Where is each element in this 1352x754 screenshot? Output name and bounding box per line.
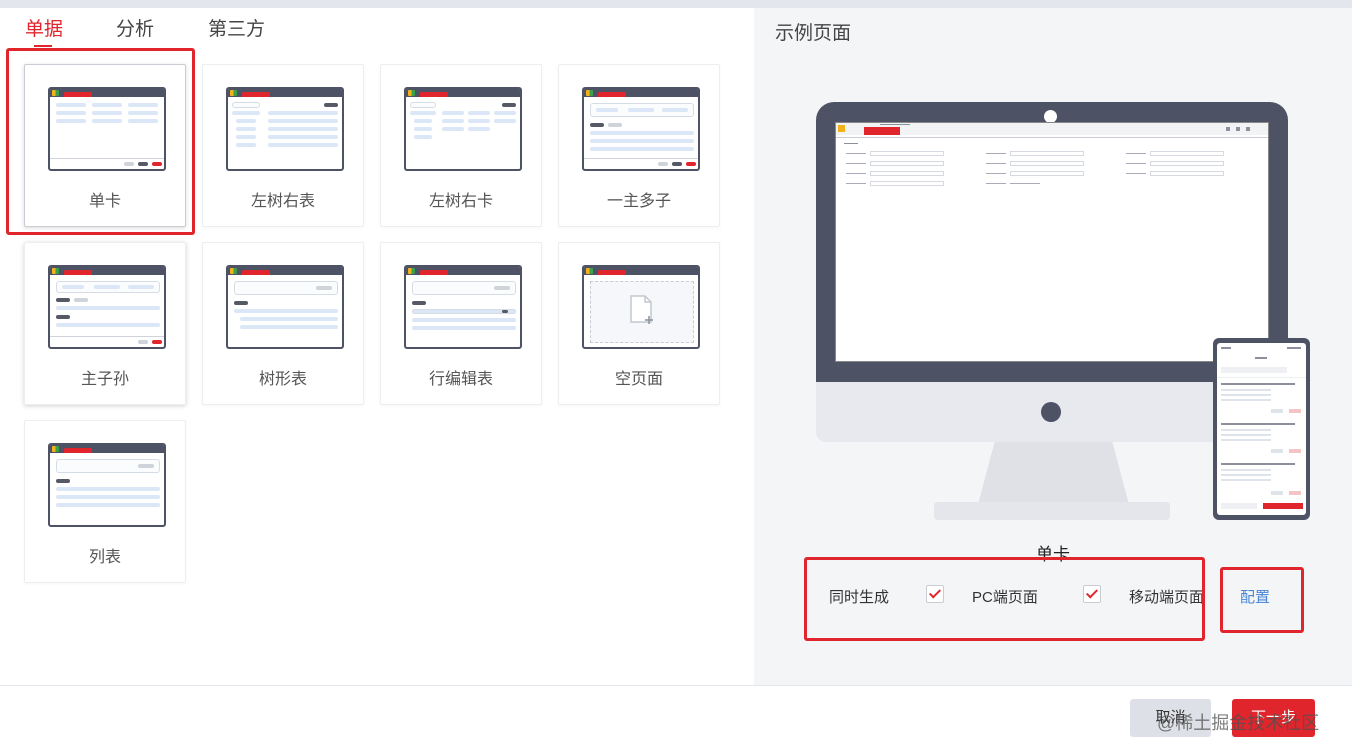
- template-card-list[interactable]: 列表: [24, 420, 186, 583]
- template-thumbnail: [48, 87, 166, 171]
- tab-third-party[interactable]: 第三方: [208, 14, 265, 41]
- template-label: 树形表: [258, 371, 307, 388]
- power-button-icon: [1041, 402, 1061, 422]
- preview-title: 示例页面: [775, 23, 852, 44]
- mobile-page-label: 移动端页面: [1129, 589, 1205, 606]
- add-file-icon: [630, 295, 653, 324]
- pc-checkbox[interactable]: [926, 585, 944, 603]
- template-thumbnail: [48, 265, 166, 349]
- template-thumbnail: [404, 265, 522, 349]
- template-label: 行编辑表: [428, 371, 493, 388]
- template-card-row-edit-table[interactable]: 行编辑表: [380, 242, 542, 405]
- mobile-preview: [1213, 338, 1310, 520]
- template-card-single-card[interactable]: 单卡: [24, 64, 186, 227]
- template-thumbnail: [226, 87, 344, 171]
- desktop-screen: [835, 122, 1269, 362]
- template-thumbnail: [226, 265, 344, 349]
- config-link[interactable]: 配置: [1240, 586, 1270, 607]
- template-card-left-tree-right-table[interactable]: 左树右表: [202, 64, 364, 227]
- mobile-checkbox[interactable]: [1083, 585, 1101, 603]
- check-icon: [1085, 586, 1099, 599]
- template-label: 单卡: [88, 193, 121, 210]
- mobile-screen: [1217, 343, 1306, 515]
- monitor-base: [934, 502, 1170, 520]
- preview-panel: 示例页面 单卡 同时生成 PC端页面 移动端页面 配置: [754, 8, 1352, 685]
- template-label: 空页面: [614, 371, 663, 388]
- cancel-button[interactable]: 取消: [1130, 699, 1211, 737]
- active-tab-indicator: [34, 45, 52, 47]
- top-strip: [0, 0, 1352, 8]
- template-thumbnail: [582, 265, 700, 349]
- tab-documents[interactable]: 单据: [25, 14, 63, 41]
- template-label: 左树右表: [250, 193, 315, 210]
- template-panel: 单据 分析 第三方 单卡 左树右表 左树右卡 一主多子 主子孙 树形表 行编辑表…: [0, 8, 754, 685]
- template-card-tree-table[interactable]: 树形表: [202, 242, 364, 405]
- template-card-one-master-multi-child[interactable]: 一主多子: [558, 64, 720, 227]
- template-label: 列表: [88, 549, 121, 566]
- template-thumbnail: [404, 87, 522, 171]
- template-thumbnail: [582, 87, 700, 171]
- template-label: 一主多子: [606, 193, 671, 210]
- template-label: 主子孙: [80, 371, 129, 388]
- check-icon: [928, 586, 942, 599]
- template-card-left-tree-right-card[interactable]: 左树右卡: [380, 64, 542, 227]
- preview-template-name: 单卡: [1036, 545, 1070, 564]
- template-card-blank-page[interactable]: 空页面: [558, 242, 720, 405]
- template-label: 左树右卡: [428, 193, 493, 210]
- tab-analysis[interactable]: 分析: [116, 14, 154, 41]
- template-card-master-child-grandchild[interactable]: 主子孙: [24, 242, 186, 405]
- next-button[interactable]: 下一步: [1232, 699, 1315, 737]
- pc-page-label: PC端页面: [972, 589, 1038, 606]
- template-thumbnail: [48, 443, 166, 527]
- generate-label: 同时生成: [829, 589, 890, 606]
